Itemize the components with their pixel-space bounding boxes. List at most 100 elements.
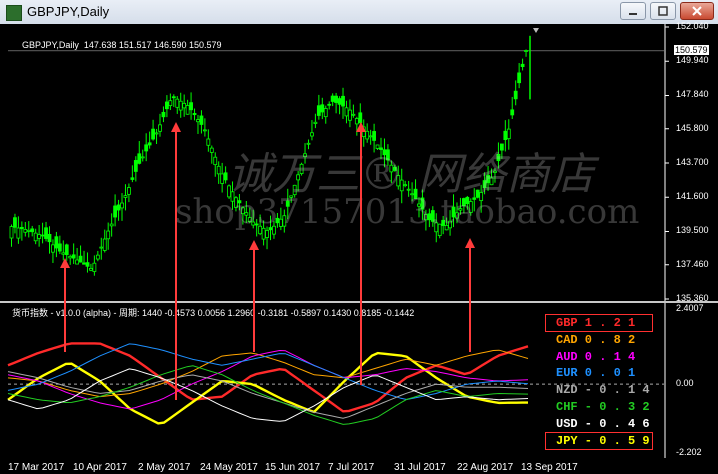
candle-body	[57, 243, 62, 252]
candle-body	[30, 228, 35, 233]
time-tick-label: 7 Jul 2017	[328, 462, 375, 473]
legend-entry-cad: CAD 0 . 8 2	[556, 333, 635, 347]
candle-body	[361, 126, 366, 137]
candle-body	[99, 246, 104, 249]
minimize-icon	[629, 13, 637, 15]
candle-body	[216, 165, 221, 175]
candle-body	[368, 135, 373, 138]
candle-body	[199, 115, 204, 125]
candle-body	[147, 142, 152, 146]
legend-currency-value: - 0 . 3 2	[577, 400, 650, 414]
candle-body	[127, 187, 131, 195]
candle-body	[151, 128, 155, 140]
candle-body	[510, 109, 515, 116]
candle-body	[85, 262, 90, 267]
legend-entry-aud: AUD 0 . 1 4	[556, 350, 635, 364]
candle-body	[144, 144, 149, 152]
candle-body	[89, 268, 93, 271]
indicator-label: 货币指数 - v1.0.0 (alpha) - 周期: 1440 -0.4573…	[12, 308, 415, 318]
candle-body	[16, 227, 21, 239]
candle-body	[116, 204, 121, 211]
candle-body	[140, 156, 145, 159]
candle-body	[313, 121, 318, 124]
candle-body	[182, 102, 187, 109]
candle-body	[213, 156, 218, 166]
candle-body	[130, 177, 135, 180]
title-bar[interactable]: GBPJPY,Daily	[0, 0, 718, 25]
legend-currency-value: - 0 . 5 9	[577, 433, 650, 448]
candle-body	[358, 112, 363, 124]
price-tick-label: 145.800	[676, 122, 709, 133]
candle-body	[189, 102, 193, 111]
legend-currency-code: CAD	[556, 332, 578, 347]
legend-entry-gbp: GBP 1 . 2 1	[556, 316, 635, 330]
candle-body	[19, 226, 24, 230]
legend-entry-eur: EUR 0 . 0 1	[556, 366, 635, 380]
candle-body	[178, 100, 183, 111]
candle-body	[168, 100, 173, 107]
candle-body	[348, 109, 352, 121]
current-price-label: 150.579	[674, 44, 709, 55]
legend-currency-code: EUR	[556, 366, 578, 381]
time-tick-label: 22 Aug 2017	[457, 462, 514, 473]
time-tick-label: 2 May 2017	[138, 462, 191, 473]
time-tick-label: 31 Jul 2017	[394, 462, 446, 473]
indicator-tick-label: 2.4007	[676, 303, 704, 313]
time-tick-label: 13 Sep 2017	[521, 462, 578, 473]
candle-body	[47, 233, 52, 243]
candle-body	[351, 113, 356, 116]
candle-body	[354, 118, 359, 125]
price-tick-label: 137.460	[676, 258, 709, 269]
candle-body	[320, 104, 325, 113]
legend-entry-usd: USD - 0 . 4 6	[556, 417, 650, 431]
maximize-button[interactable]	[650, 2, 676, 20]
candle-body	[9, 226, 14, 239]
price-tick-label: 147.840	[676, 89, 709, 100]
watermark-shop-url: shop37157013.taobao.com	[175, 192, 640, 232]
candle-body	[33, 232, 38, 242]
candle-body	[513, 90, 518, 100]
candle-body	[323, 108, 328, 118]
candle-body	[40, 234, 45, 237]
candle-body	[520, 63, 525, 67]
price-tick-label: 141.600	[676, 191, 709, 202]
candle-body	[68, 255, 73, 259]
candle-body	[154, 132, 159, 135]
candle-body	[109, 223, 114, 227]
minimize-button[interactable]	[620, 2, 646, 20]
candle-body	[330, 95, 335, 102]
candle-body	[71, 254, 76, 259]
candle-body	[223, 172, 228, 181]
candle-body	[37, 234, 42, 239]
candle-body	[54, 236, 59, 249]
candle-body	[123, 195, 128, 198]
candle-body	[64, 244, 69, 256]
time-tick-label: 15 Jun 2017	[265, 462, 321, 473]
candle-body	[133, 160, 138, 172]
legend-entry-jpy: JPY - 0 . 5 9	[556, 434, 650, 448]
candle-body	[75, 259, 80, 265]
candle-body	[206, 138, 211, 146]
price-tick-label: 135.360	[676, 293, 709, 303]
close-button[interactable]	[680, 2, 714, 20]
candle-body	[524, 50, 528, 52]
candle-body	[192, 113, 197, 116]
maximize-icon	[658, 6, 668, 16]
candle-body	[341, 95, 345, 107]
candle-body	[202, 129, 207, 132]
legend-currency-code: GBP	[556, 316, 578, 330]
price-tick-label: 149.940	[676, 55, 709, 66]
candle-body	[185, 105, 190, 115]
candle-body	[13, 217, 17, 228]
candle-body	[171, 96, 176, 99]
legend-entry-chf: CHF - 0 . 3 2	[556, 400, 650, 414]
legend-currency-value: 0 . 8 2	[577, 332, 636, 347]
candle-body	[61, 252, 66, 255]
time-tick-label: 10 Apr 2017	[73, 462, 127, 473]
legend-currency-value: 1 . 2 1	[577, 316, 636, 330]
candle-body	[113, 205, 117, 218]
candle-body	[334, 95, 339, 103]
candle-body	[44, 227, 48, 239]
candle-body	[78, 255, 83, 263]
chart-symbol-label: GBPJPY,Daily 147.638 151.517 146.590 150…	[12, 30, 222, 60]
